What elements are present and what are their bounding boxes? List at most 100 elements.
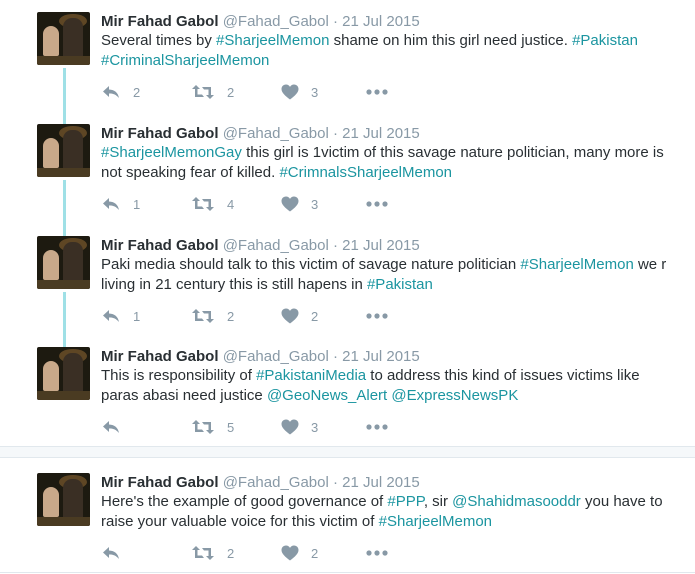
retweet-button[interactable]: 5 xyxy=(191,418,234,436)
hashtag-link[interactable]: #PakistaniMedia xyxy=(256,367,366,384)
hashtag-link[interactable]: #Pakistan xyxy=(367,276,433,293)
reply-count: 1 xyxy=(133,196,141,212)
thread-gap xyxy=(0,447,695,457)
tweet-timestamp[interactable]: 21 Jul 2015 xyxy=(342,348,420,365)
like-button[interactable]: 2 xyxy=(281,544,318,562)
tweet-timestamp[interactable]: 21 Jul 2015 xyxy=(342,13,420,30)
tweet-text-segment: , sir xyxy=(423,493,453,510)
retweet-count: 2 xyxy=(227,84,235,100)
tweet-text-segment: Several times by xyxy=(101,32,217,49)
retweet-button[interactable]: 4 xyxy=(191,195,234,213)
tweet-text: Several times by #SharjeelMemon shame on… xyxy=(101,31,671,70)
tweet[interactable]: Mir Fahad Gabol @Fahad_Gabol · 21 Jul 20… xyxy=(0,236,695,326)
tweet-text-segment: Here's the example of good governance of xyxy=(101,493,388,510)
mention-link[interactable]: @GeoNews_Alert xyxy=(267,387,387,404)
retweet-icon xyxy=(191,545,215,561)
avatar[interactable] xyxy=(37,473,90,526)
header-separator: · xyxy=(333,237,338,254)
mention-link[interactable]: @ExpressNewsPK xyxy=(391,387,518,404)
more-button[interactable] xyxy=(366,83,388,101)
author-name[interactable]: Mir Fahad Gabol xyxy=(101,13,219,30)
avatar[interactable] xyxy=(37,236,90,289)
reply-button[interactable]: 2 xyxy=(101,83,140,101)
more-dots-icon xyxy=(366,424,388,430)
retweet-icon xyxy=(191,84,215,100)
like-button[interactable]: 2 xyxy=(281,307,318,325)
hashtag-link[interactable]: #SharjeelMemon xyxy=(216,32,329,49)
mention-link[interactable]: @Shahidmasooddr xyxy=(452,493,581,510)
header-separator: · xyxy=(333,13,338,30)
retweet-count: 2 xyxy=(227,308,235,324)
hashtag-link[interactable]: #Pakistan xyxy=(572,32,638,49)
more-button[interactable] xyxy=(366,195,388,213)
retweet-button[interactable]: 2 xyxy=(191,83,234,101)
tweet[interactable]: Mir Fahad Gabol @Fahad_Gabol · 21 Jul 20… xyxy=(0,473,695,563)
reply-button[interactable]: 1 xyxy=(101,307,140,325)
tweet-header: Mir Fahad Gabol @Fahad_Gabol · 21 Jul 20… xyxy=(101,347,420,366)
more-button[interactable] xyxy=(366,544,388,562)
like-count: 3 xyxy=(311,196,319,212)
more-dots-icon xyxy=(366,550,388,556)
tweet-text-segment: shame on him this girl need justice. xyxy=(329,32,573,49)
author-handle[interactable]: @Fahad_Gabol xyxy=(223,125,329,142)
retweet-icon xyxy=(191,308,215,324)
more-dots-icon xyxy=(366,201,388,207)
thread-divider xyxy=(0,457,695,458)
author-handle[interactable]: @Fahad_Gabol xyxy=(223,13,329,30)
retweet-count: 5 xyxy=(227,419,235,435)
author-handle[interactable]: @Fahad_Gabol xyxy=(223,474,329,491)
like-button[interactable]: 3 xyxy=(281,83,318,101)
reply-button[interactable]: 1 xyxy=(101,195,140,213)
heart-icon xyxy=(281,196,299,212)
tweet-timestamp[interactable]: 21 Jul 2015 xyxy=(342,474,420,491)
reply-button[interactable] xyxy=(101,544,133,562)
like-count: 3 xyxy=(311,84,319,100)
retweet-button[interactable]: 2 xyxy=(191,544,234,562)
reply-icon xyxy=(101,196,121,212)
avatar[interactable] xyxy=(37,347,90,400)
hashtag-link[interactable]: #SharjeelMemonGay xyxy=(101,144,242,161)
reply-button[interactable] xyxy=(101,418,133,436)
hashtag-link[interactable]: #CriminalSharjeelMemon xyxy=(101,52,269,69)
heart-icon xyxy=(281,419,299,435)
author-name[interactable]: Mir Fahad Gabol xyxy=(101,125,219,142)
like-count: 2 xyxy=(311,308,319,324)
tweet[interactable]: Mir Fahad Gabol @Fahad_Gabol · 21 Jul 20… xyxy=(0,12,695,102)
tweet[interactable]: Mir Fahad Gabol @Fahad_Gabol · 21 Jul 20… xyxy=(0,124,695,214)
header-separator: · xyxy=(333,348,338,365)
retweet-count: 2 xyxy=(227,545,235,561)
tweet-header: Mir Fahad Gabol @Fahad_Gabol · 21 Jul 20… xyxy=(101,473,420,492)
more-dots-icon xyxy=(366,89,388,95)
retweet-button[interactable]: 2 xyxy=(191,307,234,325)
author-name[interactable]: Mir Fahad Gabol xyxy=(101,348,219,365)
hashtag-link[interactable]: #PPP xyxy=(387,493,423,510)
tweet-text: #SharjeelMemonGay this girl is 1victim o… xyxy=(101,143,671,182)
reply-icon xyxy=(101,545,121,561)
author-name[interactable]: Mir Fahad Gabol xyxy=(101,474,219,491)
heart-icon xyxy=(281,545,299,561)
avatar[interactable] xyxy=(37,12,90,65)
tweet-header: Mir Fahad Gabol @Fahad_Gabol · 21 Jul 20… xyxy=(101,124,420,143)
like-button[interactable]: 3 xyxy=(281,195,318,213)
hashtag-link[interactable]: #CrimnalsSharjeelMemon xyxy=(279,164,452,181)
reply-icon xyxy=(101,308,121,324)
more-button[interactable] xyxy=(366,307,388,325)
reply-icon xyxy=(101,84,121,100)
header-separator: · xyxy=(333,125,338,142)
author-name[interactable]: Mir Fahad Gabol xyxy=(101,237,219,254)
hashtag-link[interactable]: #SharjeelMemon xyxy=(520,256,633,273)
author-handle[interactable]: @Fahad_Gabol xyxy=(223,237,329,254)
author-handle[interactable]: @Fahad_Gabol xyxy=(223,348,329,365)
tweet-timestamp[interactable]: 21 Jul 2015 xyxy=(342,125,420,142)
avatar[interactable] xyxy=(37,124,90,177)
tweet-timestamp[interactable]: 21 Jul 2015 xyxy=(342,237,420,254)
header-separator: · xyxy=(333,474,338,491)
reply-icon xyxy=(101,419,121,435)
hashtag-link[interactable]: #SharjeelMemon xyxy=(379,513,492,530)
reply-count: 2 xyxy=(133,84,141,100)
tweet[interactable]: Mir Fahad Gabol @Fahad_Gabol · 21 Jul 20… xyxy=(0,347,695,437)
like-count: 3 xyxy=(311,419,319,435)
like-count: 2 xyxy=(311,545,319,561)
more-button[interactable] xyxy=(366,418,388,436)
like-button[interactable]: 3 xyxy=(281,418,318,436)
